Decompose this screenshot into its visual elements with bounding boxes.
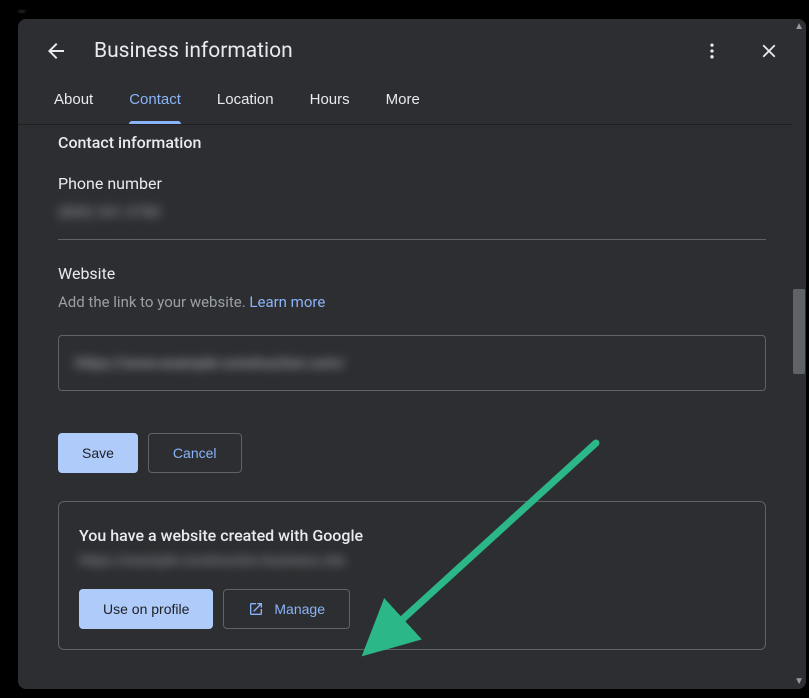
save-cancel-row: Save Cancel	[58, 433, 766, 473]
scroll-up-arrow-icon[interactable]: ▲	[794, 21, 804, 32]
business-info-dialog: ▲ ▼ Business information	[18, 19, 806, 689]
dialog-title: Business information	[94, 39, 676, 63]
website-label: Website	[58, 264, 766, 283]
phone-value: (800) 541-3780	[58, 203, 766, 221]
save-button[interactable]: Save	[58, 433, 138, 473]
use-on-profile-button[interactable]: Use on profile	[79, 589, 213, 629]
close-button[interactable]	[752, 34, 786, 68]
arrow-back-icon	[44, 39, 68, 63]
website-helper: Add the link to your website. Learn more	[58, 293, 766, 311]
close-icon	[758, 40, 780, 62]
contact-section-title: Contact information	[58, 133, 766, 152]
tab-location[interactable]: Location	[217, 77, 274, 124]
dialog-header: Business information	[18, 19, 806, 77]
manage-label: Manage	[274, 601, 325, 617]
more-options-button[interactable]	[696, 35, 728, 67]
tab-about[interactable]: About	[54, 77, 93, 124]
cancel-button[interactable]: Cancel	[148, 433, 242, 473]
open-in-new-icon	[248, 601, 264, 617]
google-site-buttons: Use on profile Manage	[79, 589, 745, 629]
back-button[interactable]	[38, 33, 74, 69]
phone-label: Phone number	[58, 174, 766, 193]
google-site-title: You have a website created with Google	[79, 526, 745, 545]
backdrop-blurred-text: …	[18, 2, 25, 15]
tab-hours[interactable]: Hours	[310, 77, 350, 124]
learn-more-link[interactable]: Learn more	[249, 293, 325, 311]
phone-divider	[58, 239, 766, 240]
header-actions	[696, 34, 786, 68]
tab-more[interactable]: More	[386, 77, 420, 124]
more-vert-icon	[702, 41, 722, 61]
website-input[interactable]: https://www.example-construction.com/	[58, 335, 766, 391]
content-panel: Contact information Phone number (800) 5…	[18, 125, 806, 689]
website-input-value: https://www.example-construction.com/	[75, 354, 345, 372]
tabs-bar: About Contact Location Hours More	[18, 77, 806, 125]
manage-button[interactable]: Manage	[223, 589, 350, 629]
tab-contact[interactable]: Contact	[129, 77, 181, 124]
google-site-url: https://example-construction.business.si…	[79, 553, 745, 569]
google-site-box: You have a website created with Google h…	[58, 501, 766, 650]
website-helper-text: Add the link to your website.	[58, 293, 249, 311]
